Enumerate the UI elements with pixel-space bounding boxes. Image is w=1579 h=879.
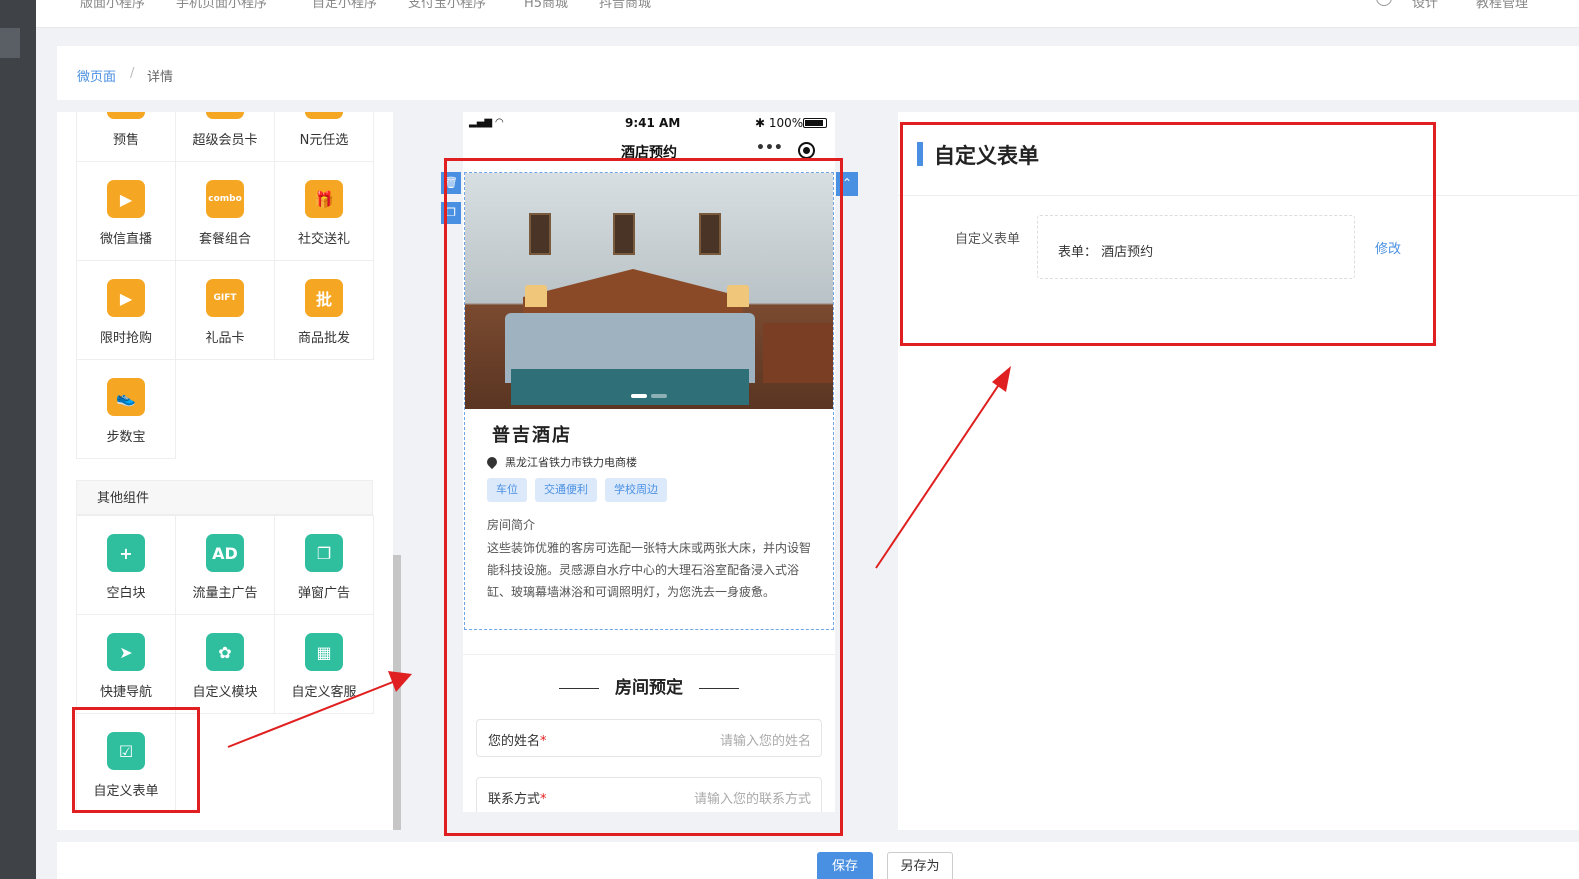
component-label: 自定义客服 (291, 685, 357, 700)
gift-card-icon: GIFT (206, 279, 244, 317)
nav-item[interactable]: 手机页面小程序 (176, 0, 267, 11)
help-icon[interactable] (1376, 0, 1392, 6)
breadcrumb-current: 详情 (147, 70, 174, 85)
nav-item[interactable]: 自定小程序 (312, 0, 377, 11)
component-tile[interactable]: AD 流量主广告 (176, 516, 275, 615)
component-tile[interactable]: combo 套餐组合 (176, 162, 275, 261)
nav-item[interactable]: 支付宝小程序 (408, 0, 486, 11)
signal-icon: ▂▄▆ ◠ (469, 117, 504, 128)
component-tile[interactable]: ✿ 自定义模块 (176, 615, 275, 714)
clock-icon (107, 112, 145, 119)
component-label: 步数宝 (106, 430, 146, 445)
paper-plane-icon: ➤ (107, 633, 145, 671)
blank-block-icon: + (107, 534, 145, 572)
component-label: 空白块 (106, 586, 146, 601)
component-tile[interactable]: + 空白块 (77, 516, 176, 615)
component-label: 礼品卡 (205, 331, 245, 346)
battery-percent: 100% (768, 116, 804, 130)
component-label: N元任选 (299, 133, 349, 148)
component-label: 微信直播 (99, 232, 152, 247)
flash-sale-icon: ▶ (107, 279, 145, 317)
highlight-box-settings (900, 122, 1436, 346)
shoe-icon: 👟 (107, 378, 145, 416)
component-tile[interactable]: N元任选 (275, 112, 374, 162)
panel-scrollbar[interactable] (393, 555, 401, 830)
group-title: 其他组件 (76, 480, 373, 515)
wholesale-icon: 批 (305, 279, 343, 317)
component-tile[interactable]: ▶ 限时抢购 (77, 261, 176, 360)
component-tile[interactable]: ❐ 弹窗广告 (275, 516, 374, 615)
marketing-component-grid: 预售 超级会员卡 N元任选 ▶ 微信直播 combo 套餐组合 🎁 社交送礼 ▶ 限时抢购 GIFT 礼… (76, 112, 374, 459)
status-time: 9:41 AM (625, 116, 681, 130)
gift-icon: 🎁 (305, 180, 343, 218)
nav-item[interactable]: H5商城 (524, 0, 568, 11)
component-tile[interactable]: 👟 步数宝 (77, 360, 176, 459)
component-tile[interactable]: ▶ 微信直播 (77, 162, 176, 261)
component-label: 弹窗广告 (297, 586, 350, 601)
breadcrumb: 微页面 / 详情 (57, 46, 1579, 100)
breadcrumb-link[interactable]: 微页面 (77, 66, 116, 85)
sidebar-active-item[interactable] (0, 28, 20, 58)
qr-code-icon: ▦ (305, 633, 343, 671)
component-tile[interactable]: 批商品批发 (275, 261, 374, 360)
live-icon: ▶ (107, 180, 145, 218)
tag-icon (305, 112, 343, 119)
save-as-button[interactable]: 另存为 (887, 852, 953, 879)
more-icon[interactable]: ••• (756, 140, 783, 156)
component-label: 限时抢购 (99, 331, 152, 346)
component-label: 自定义模块 (192, 685, 258, 700)
app-sidebar (0, 0, 36, 879)
phone-status-bar: ▂▄▆ ◠ 9:41 AM ✱ 100% (463, 112, 835, 134)
component-tile[interactable]: 预售 (77, 112, 176, 162)
battery-icon (803, 118, 827, 128)
status-battery: ✱ 100% (755, 116, 804, 130)
nav-item[interactable]: 抖音商城 (599, 0, 651, 11)
ad-icon: AD (206, 534, 244, 572)
component-label: 快捷导航 (99, 685, 152, 700)
highlight-box-phone (444, 158, 843, 836)
component-tile[interactable]: ▦ 自定义客服 (275, 615, 374, 714)
component-tile[interactable]: GIFT 礼品卡 (176, 261, 275, 360)
component-label: 流量主广告 (192, 586, 258, 601)
top-nav: 版面小程序 手机页面小程序 自定小程序 支付宝小程序 H5商城 抖音商城 设计 … (36, 0, 1579, 28)
nav-right-item[interactable]: 设计 (1412, 0, 1438, 11)
nav-right-item[interactable]: 教程管理 (1476, 0, 1528, 11)
breadcrumb-separator: / (130, 66, 135, 81)
component-label: 套餐组合 (198, 232, 251, 247)
component-label: 社交送礼 (297, 232, 350, 247)
save-button[interactable]: 保存 (817, 852, 873, 879)
component-tile[interactable]: 超级会员卡 (176, 112, 275, 162)
popup-ad-icon: ❐ (305, 534, 343, 572)
close-target-icon[interactable] (798, 142, 815, 159)
custom-module-icon: ✿ (206, 633, 244, 671)
component-tile[interactable]: ➤ 快捷导航 (77, 615, 176, 714)
component-label: 预售 (112, 133, 139, 148)
component-label: 超级会员卡 (192, 133, 258, 148)
component-label: 商品批发 (297, 331, 350, 346)
nav-item[interactable]: 版面小程序 (80, 0, 145, 11)
component-tile[interactable]: 🎁 社交送礼 (275, 162, 374, 261)
highlight-box-component (72, 707, 200, 813)
combo-icon: combo (206, 180, 244, 218)
card-icon (206, 112, 244, 119)
